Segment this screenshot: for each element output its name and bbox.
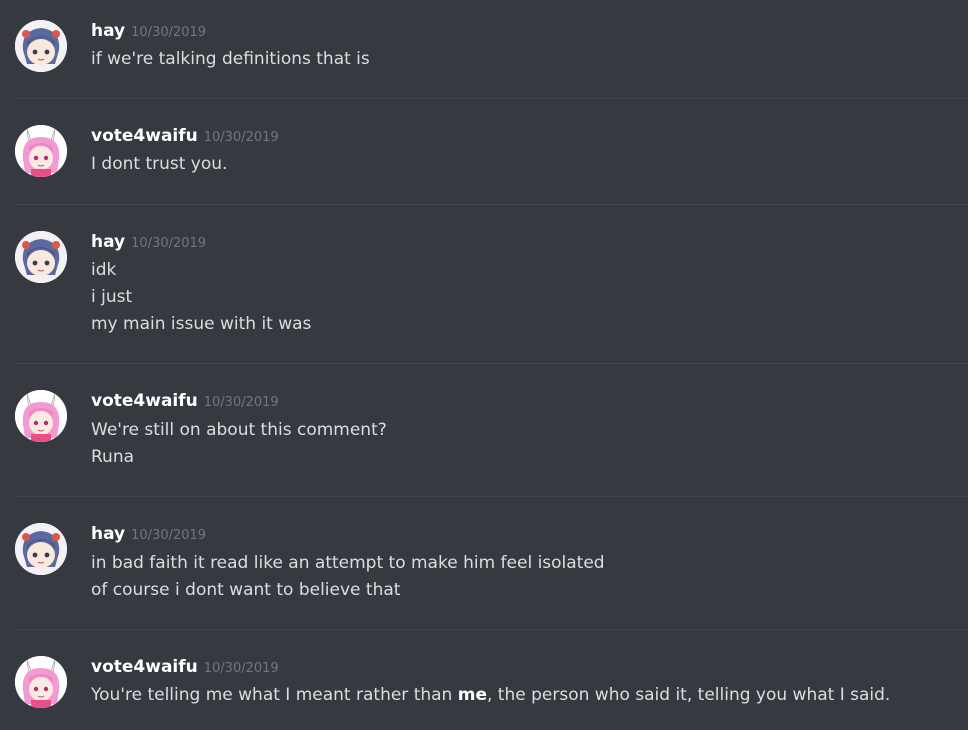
username[interactable]: hay (91, 232, 125, 252)
timestamp: 10/30/2019 (203, 661, 279, 676)
message-text-part: , the person who said it, telling you wh… (487, 685, 891, 705)
message-text: You're telling me what I meant rather th… (91, 682, 890, 709)
chat-messages: hay 10/30/2019 if we're talking definitio… (0, 0, 968, 730)
message-text: I dont trust you. (91, 154, 228, 174)
vote4waifu-avatar[interactable] (15, 656, 67, 708)
username[interactable]: vote4waifu (91, 126, 198, 146)
message-text: i just (91, 287, 133, 307)
message-text: of course i dont want to believe that (91, 580, 401, 600)
message-divider (15, 629, 968, 630)
username[interactable]: vote4waifu (91, 391, 198, 411)
username[interactable]: vote4waifu (91, 657, 198, 677)
hay-avatar[interactable] (15, 231, 67, 283)
vote4waifu-avatar[interactable] (15, 125, 67, 177)
hay-avatar[interactable] (15, 523, 67, 575)
message-text: my main issue with it was (91, 314, 312, 334)
username[interactable]: hay (91, 21, 125, 41)
message-divider (15, 496, 968, 497)
message-text: in bad faith it read like an attempt to … (91, 553, 605, 573)
timestamp: 10/30/2019 (131, 528, 207, 543)
timestamp: 10/30/2019 (131, 25, 207, 40)
vote4waifu-avatar[interactable] (15, 390, 67, 442)
message-text-bold: me (457, 685, 487, 705)
message-text: We're still on about this comment? (91, 420, 387, 440)
username[interactable]: hay (91, 524, 125, 544)
message-divider (15, 98, 968, 99)
hay-avatar[interactable] (15, 20, 67, 72)
message-text: if we're talking definitions that is (91, 49, 370, 69)
message-divider (15, 204, 968, 205)
timestamp: 10/30/2019 (203, 130, 279, 145)
timestamp: 10/30/2019 (203, 395, 279, 410)
timestamp: 10/30/2019 (131, 236, 207, 251)
message-divider (15, 363, 968, 364)
message-text: Runa (91, 447, 135, 467)
message-text: idk (91, 260, 117, 280)
message-text-part: You're telling me what I meant rather th… (91, 685, 458, 705)
